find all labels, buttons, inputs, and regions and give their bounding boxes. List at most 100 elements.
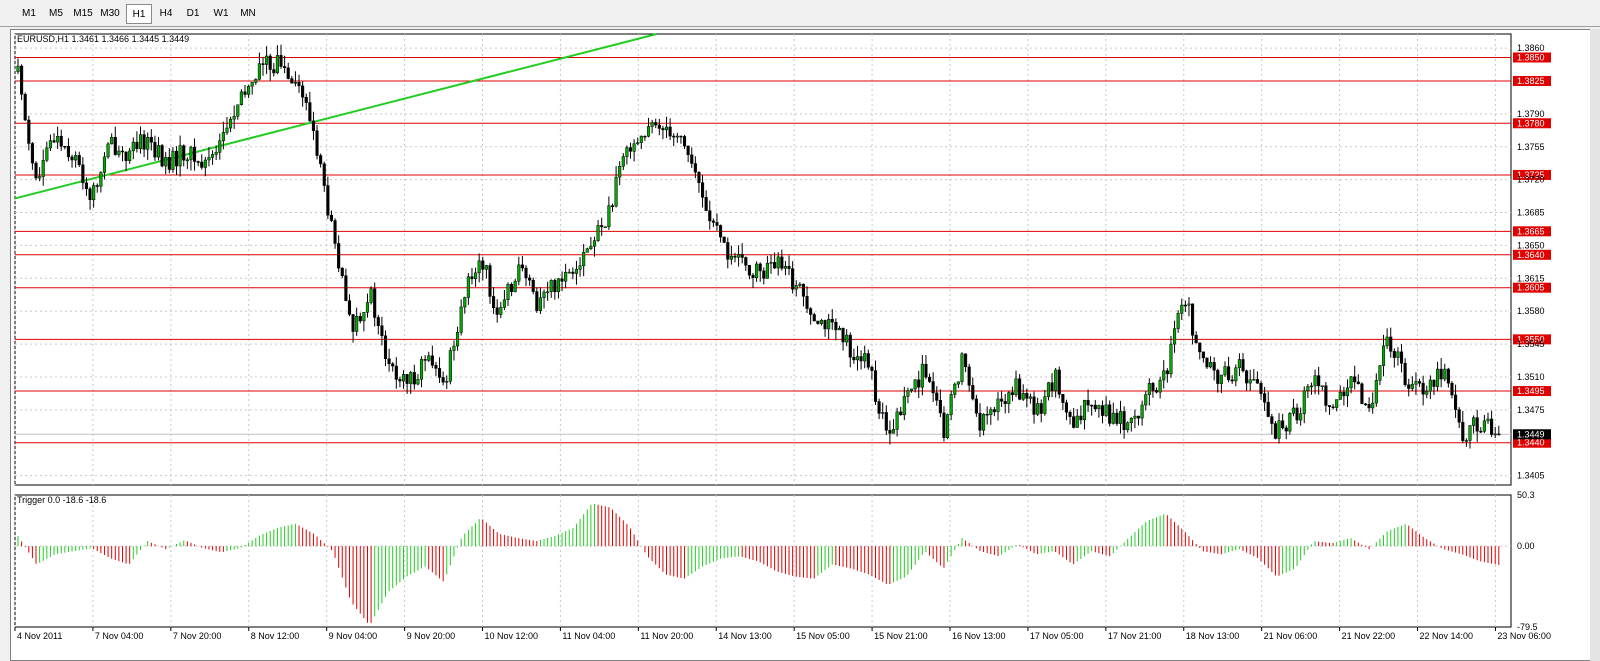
candle-body	[1154, 390, 1159, 393]
candle-body	[1057, 369, 1061, 395]
candle-body	[1140, 404, 1144, 419]
candle-body	[1097, 405, 1101, 410]
candle-body	[1191, 303, 1195, 336]
candle-body	[895, 411, 899, 430]
x-tick-label: 10 Nov 12:00	[485, 631, 539, 641]
candle-body	[946, 414, 950, 438]
candle-body	[311, 120, 315, 132]
candle-body	[1234, 367, 1238, 382]
y-tick-label: 1.3580	[1517, 306, 1545, 316]
x-tick-label: 9 Nov 04:00	[329, 631, 378, 641]
candle-body	[1457, 409, 1461, 423]
price-pane[interactable]	[14, 33, 1512, 486]
chart-window[interactable]: 1.3850 1.3825 1.3780 1.3725 1.3665 1.3640 1.36…	[10, 29, 1598, 661]
timeframe-m1-button[interactable]: M1	[16, 4, 42, 24]
candle-body	[747, 264, 751, 276]
candle-body	[942, 412, 946, 438]
candle-body	[538, 297, 542, 311]
candle-body	[758, 263, 762, 272]
candle-body	[899, 411, 903, 416]
candle-body	[1133, 415, 1137, 419]
candle-body	[733, 255, 737, 258]
x-tick-label: 14 Nov 13:00	[718, 631, 772, 641]
candle-body	[477, 260, 481, 274]
candle-body	[1136, 415, 1141, 419]
candle-body	[1356, 381, 1360, 385]
candle-body	[574, 269, 579, 274]
timeframe-d1-button[interactable]: D1	[180, 4, 206, 24]
candle-body	[1270, 416, 1274, 424]
timeframe-w1-button[interactable]: W1	[208, 4, 234, 24]
timeframe-m15-button[interactable]: M15	[70, 4, 96, 24]
candle-body	[257, 63, 261, 80]
candle-body	[1302, 390, 1306, 414]
candle-body	[272, 69, 276, 74]
candle-body	[506, 284, 510, 301]
candle-body	[1201, 351, 1205, 359]
candle-body	[1122, 411, 1126, 431]
candle-body	[1396, 351, 1400, 358]
candle-body	[585, 248, 589, 253]
candle-body	[1299, 413, 1303, 421]
candle-body	[863, 353, 867, 362]
candle-body	[1129, 417, 1133, 423]
candle-body	[1000, 398, 1004, 402]
timeframe-mn-button[interactable]: MN	[235, 4, 261, 24]
candle-body	[787, 266, 791, 269]
candle-body	[769, 262, 773, 264]
candle-body	[470, 276, 474, 280]
candle-body	[654, 122, 658, 126]
indicator-y-tick: -79.5	[1517, 622, 1538, 632]
candle-body	[427, 355, 431, 361]
candle-body	[1180, 304, 1184, 314]
candle-body	[672, 135, 676, 138]
timeframe-h1-button[interactable]: H1	[126, 4, 152, 24]
candle-body	[661, 128, 665, 131]
candle-body	[45, 147, 49, 161]
candle-body	[1007, 392, 1011, 404]
timeframe-m30-button[interactable]: M30	[97, 4, 123, 24]
candle-body	[920, 363, 924, 388]
candle-body	[682, 136, 687, 147]
symbol-label: EURUSD,H1 1.3461 1.3466 1.3445 1.3449	[17, 34, 189, 44]
candle-body	[1353, 376, 1357, 383]
candle-body	[1219, 374, 1223, 384]
chart-canvas[interactable]: 1.38501.38251.37801.37251.36651.36401.36…	[11, 30, 1597, 660]
level-price-label: 1.3850	[1517, 52, 1545, 62]
candle-body	[293, 81, 297, 84]
candle-body	[510, 284, 514, 292]
candle-body	[502, 299, 506, 308]
level-price-label: 1.3640	[1517, 250, 1545, 260]
candle-body	[1255, 379, 1259, 384]
candle-body	[1324, 385, 1328, 406]
candle-body	[744, 257, 748, 266]
candle-body	[913, 379, 917, 390]
candle-body	[909, 388, 914, 391]
timeframe-h4-button[interactable]: H4	[153, 4, 179, 24]
candle-body	[1335, 399, 1339, 408]
candle-body	[70, 156, 74, 161]
candle-body	[834, 321, 838, 331]
x-tick-label: 11 Nov 20:00	[640, 631, 693, 641]
candle-body	[1248, 379, 1252, 384]
candle-body	[927, 376, 932, 382]
y-tick-label: 1.3615	[1517, 273, 1545, 283]
candle-body	[841, 327, 845, 343]
candle-body	[247, 85, 251, 95]
candle-body	[1446, 368, 1450, 384]
candle-body	[877, 401, 881, 414]
candle-body	[812, 314, 816, 322]
y-tick-label: 1.3405	[1517, 471, 1545, 481]
candle-body	[1036, 403, 1040, 415]
candle-body	[218, 140, 222, 153]
candle-body	[1252, 379, 1256, 381]
candle-body	[701, 182, 705, 198]
candle-body	[985, 413, 989, 416]
candle-body	[729, 255, 733, 260]
candle-body	[722, 236, 726, 243]
candle-body	[38, 176, 42, 179]
timeframe-m5-button[interactable]: M5	[43, 4, 69, 24]
candle-body	[1461, 421, 1465, 441]
candle-body	[848, 334, 852, 358]
candle-body	[1417, 381, 1422, 384]
